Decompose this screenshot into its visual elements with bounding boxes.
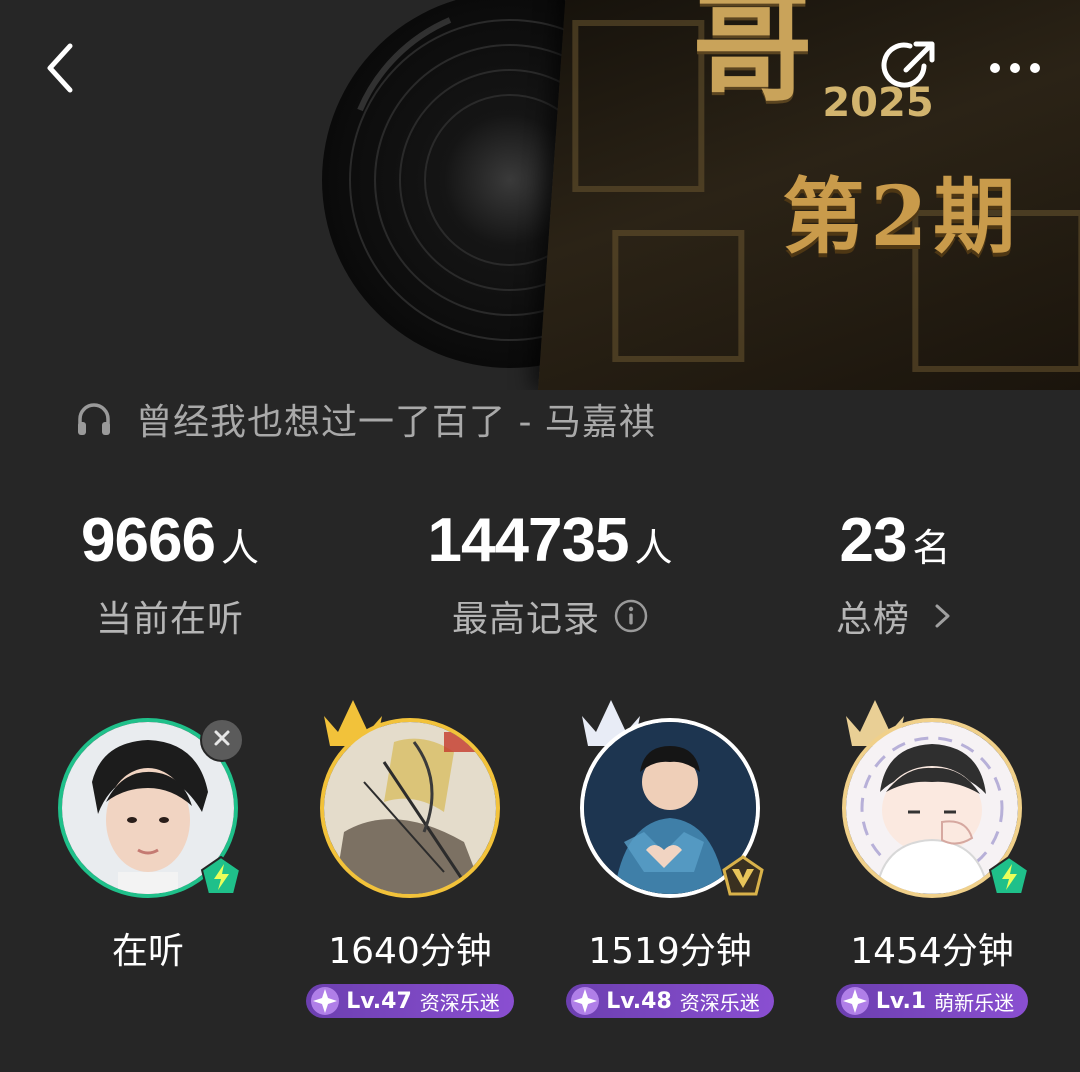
stat-value: 9666: [81, 506, 216, 575]
stat-label: 当前在听: [95, 599, 244, 640]
headphones-icon: [78, 403, 110, 435]
poster-episode: 第2期: [782, 169, 1022, 265]
sparkle-icon: [571, 987, 600, 1015]
listener-item[interactable]: 1454分钟 Lv.1 萌新乐迷: [822, 690, 1042, 1020]
sparkle-icon: [311, 987, 340, 1015]
listener-item[interactable]: 1519分钟 Lv.48 资深乐迷: [560, 690, 780, 1020]
share-icon: [881, 41, 935, 88]
stat-unit: 人: [220, 526, 259, 570]
avatar[interactable]: [320, 718, 500, 898]
gold-v-badge-icon: [722, 855, 764, 896]
level-badge: Lv.47 资深乐迷: [306, 984, 514, 1018]
more-dots-icon: [990, 63, 1040, 73]
top-bar: [0, 0, 1080, 130]
level-badge: Lv.48 资深乐迷: [566, 984, 774, 1018]
chevron-right-icon: [935, 604, 950, 628]
level-number: Lv.1: [875, 988, 927, 1014]
now-playing-song[interactable]: 曾经我也想过一了百了 - 马嘉祺: [74, 395, 656, 443]
chevron-left-icon: [47, 43, 73, 93]
stat-overall-rank[interactable]: 23 名 总榜: [800, 505, 990, 642]
stat-current-listeners: 9666 人 当前在听: [60, 505, 280, 642]
level-title: 资深乐迷: [419, 990, 500, 1015]
close-icon: [214, 730, 230, 746]
listener-label: 1640分钟: [328, 931, 492, 972]
avatar-image: [324, 722, 496, 894]
listener-label: 1519分钟: [588, 931, 752, 972]
listener-item[interactable]: 在听: [38, 690, 258, 974]
listener-label: 在听: [111, 931, 184, 972]
stat-label: 最高记录: [451, 599, 600, 640]
level-title: 萌新乐迷: [934, 990, 1015, 1015]
info-icon[interactable]: [614, 599, 648, 633]
more-button[interactable]: [985, 50, 1045, 86]
back-button[interactable]: [40, 40, 84, 96]
stat-peak-record: 144735 人 最高记录: [400, 505, 700, 642]
listener-item[interactable]: 1640分钟 Lv.47 资深乐迷: [300, 690, 520, 1020]
level-title: 资深乐迷: [679, 990, 760, 1015]
share-button[interactable]: [880, 36, 940, 96]
stat-value: 23: [839, 506, 908, 575]
song-title: 曾经我也想过一了百了 - 马嘉祺: [136, 402, 656, 443]
level-number: Lv.47: [346, 988, 412, 1014]
stat-unit: 人: [634, 526, 673, 570]
stat-label: 总榜: [835, 599, 910, 640]
stat-unit: 名: [912, 526, 951, 570]
green-vip-badge-icon: [200, 855, 242, 895]
stat-value: 144735: [427, 506, 630, 575]
level-badge: Lv.1 萌新乐迷: [835, 984, 1029, 1018]
dismiss-button[interactable]: [200, 718, 244, 762]
sparkle-icon: [840, 987, 869, 1015]
level-number: Lv.48: [606, 988, 672, 1014]
green-vip-badge-icon: [988, 855, 1030, 895]
listener-label: 1454分钟: [850, 931, 1014, 972]
